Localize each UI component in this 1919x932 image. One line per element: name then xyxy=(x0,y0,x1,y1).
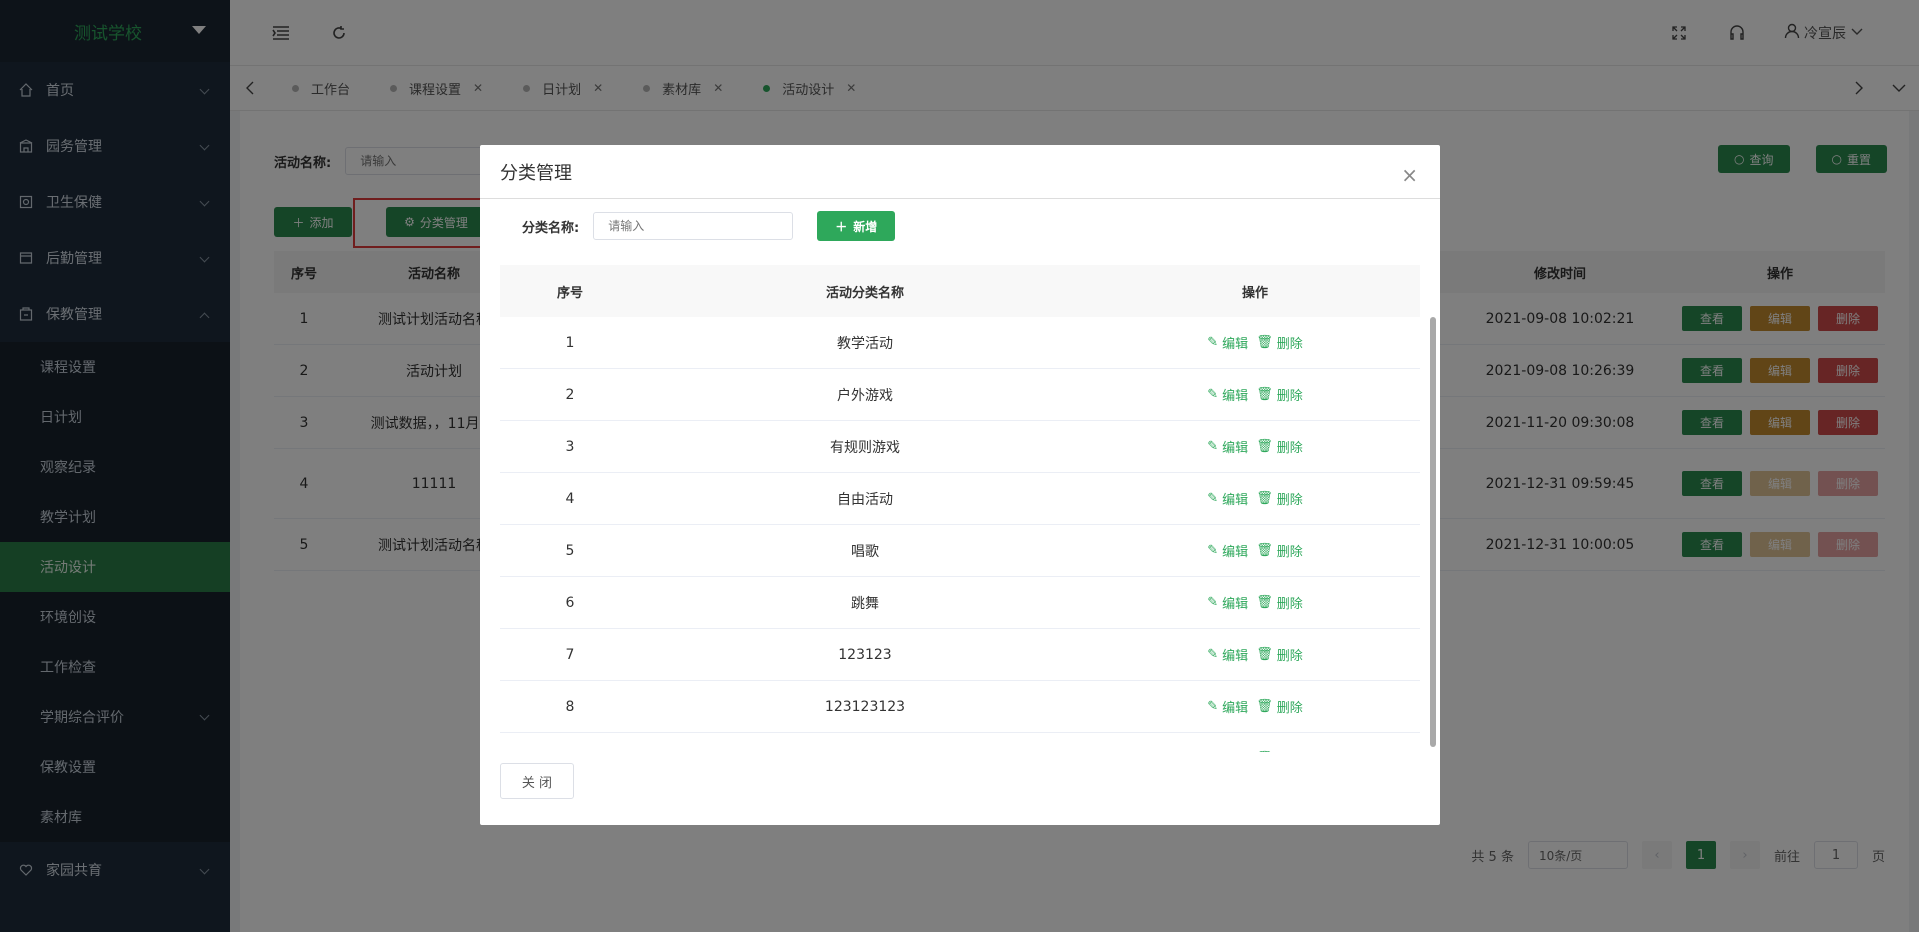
trash-icon: 🗑 xyxy=(1256,335,1273,350)
dialog-title: 分类管理 xyxy=(480,145,1440,199)
row-index: 9 xyxy=(500,751,640,753)
edit-label: 编辑 xyxy=(1222,493,1249,508)
delete-link[interactable]: 🗑删除 xyxy=(1256,489,1303,508)
table-row: 91 ✎ 编辑 🗑 删除 xyxy=(500,733,1420,753)
trash-icon: 🗑 xyxy=(1256,439,1273,454)
dialog-table-header: 序号 活动分类名称 操作 xyxy=(500,265,1420,317)
header-category-name: 活动分类名称 xyxy=(825,285,904,301)
close-button[interactable]: 关 闭 xyxy=(500,763,574,799)
edit-label: 编辑 xyxy=(1222,389,1249,404)
scrollbar[interactable] xyxy=(1430,317,1436,747)
trash-icon: 🗑 xyxy=(1256,543,1273,558)
header-ops: 操作 xyxy=(1241,285,1268,301)
table-row: 1 教学活动 ✎ 编辑 🗑 删除 xyxy=(500,317,1420,369)
delete-link[interactable]: 🗑删除 xyxy=(1256,541,1303,560)
edit-label: 编辑 xyxy=(1222,701,1249,716)
row-category-name: 有规则游戏 xyxy=(830,439,900,456)
edit-label: 编辑 xyxy=(1222,749,1248,752)
trash-icon: 🗑 xyxy=(1256,751,1273,752)
edit-link[interactable]: ✎编辑 xyxy=(1207,437,1248,456)
row-category-name: 123123123 xyxy=(824,698,906,715)
table-row: 7 123123 ✎ 编辑 🗑 删除 xyxy=(500,629,1420,681)
category-name-input[interactable] xyxy=(593,212,794,240)
dialog-table-body: 1 教学活动 ✎ 编辑 🗑 删除 2 户外游戏 ✎ 编辑 🗑 删除 3 有规则游戏 ✎ 编辑 🗑 删除 4 自由活动 ✎… xyxy=(500,317,1420,752)
edit-link[interactable]: ✎编辑 xyxy=(1207,697,1248,716)
close-icon[interactable]: × xyxy=(1401,163,1418,187)
row-category-name: 跳舞 xyxy=(851,595,879,612)
row-index: 7 xyxy=(565,646,575,663)
trash-icon: 🗑 xyxy=(1256,647,1273,662)
edit-icon: ✎ xyxy=(1207,543,1219,558)
row-index: 6 xyxy=(565,594,575,611)
category-management-dialog: 分类管理 × 分类名称: ＋ 新增 序号 活动分类名称 操作 1教学活动✎编辑🗑… xyxy=(480,145,1440,825)
dialog-filter-label: 分类名称: xyxy=(522,220,580,236)
delete-label: 删除 xyxy=(1277,749,1303,752)
edit-link[interactable]: ✎编辑 xyxy=(1207,489,1248,508)
add-category-button[interactable]: ＋ 新增 xyxy=(817,211,896,241)
edit-label: 编辑 xyxy=(1222,597,1249,612)
delete-label: 删除 xyxy=(1276,597,1303,612)
row-index: 3 xyxy=(565,438,575,455)
delete-label: 删除 xyxy=(1276,493,1303,508)
row-category-name: 户外游戏 xyxy=(837,387,893,404)
trash-icon: 🗑 xyxy=(1256,595,1273,610)
row-category-name: 唱歌 xyxy=(851,543,879,560)
row-category-name: 1 xyxy=(640,751,1090,753)
delete-link[interactable]: 🗑删除 xyxy=(1256,437,1303,456)
delete-label: 删除 xyxy=(1276,337,1303,352)
edit-label: 编辑 xyxy=(1222,441,1249,456)
row-category-name: 自由活动 xyxy=(837,491,893,508)
trash-icon: 🗑 xyxy=(1256,699,1273,714)
dialog-filter: 分类名称: ＋ 新增 xyxy=(522,211,896,241)
table-row: 5 唱歌 ✎ 编辑 🗑 删除 xyxy=(500,525,1420,577)
edit-link[interactable]: ✎编辑 xyxy=(1207,541,1248,560)
edit-icon: ✎ xyxy=(1207,387,1219,402)
edit-link[interactable]: ✎编辑 xyxy=(1207,333,1248,352)
delete-label: 删除 xyxy=(1276,389,1303,404)
category-table: 序号 活动分类名称 操作 1 教学活动 ✎ 编辑 🗑 删除 2 户外游戏 ✎ 编辑 🗑 删除 3 有规则游… xyxy=(500,265,1420,752)
edit-link[interactable]: ✎编辑 xyxy=(1207,593,1248,612)
delete-link[interactable]: 🗑删除 xyxy=(1256,385,1303,404)
table-row: 6 跳舞 ✎ 编辑 🗑 删除 xyxy=(500,577,1420,629)
add-category-label: 新增 xyxy=(853,219,878,234)
row-index: 1 xyxy=(565,334,575,351)
delete-label: 删除 xyxy=(1276,701,1303,716)
edit-icon: ✎ xyxy=(1207,595,1219,610)
edit-icon: ✎ xyxy=(1207,751,1218,752)
edit-label: 编辑 xyxy=(1222,649,1249,664)
delete-link[interactable]: 🗑删除 xyxy=(1256,645,1303,664)
row-index: 2 xyxy=(565,386,575,403)
row-index: 4 xyxy=(565,490,575,507)
edit-icon: ✎ xyxy=(1207,335,1219,350)
table-row: 3 有规则游戏 ✎ 编辑 🗑 删除 xyxy=(500,421,1420,473)
delete-label: 删除 xyxy=(1276,649,1303,664)
edit-icon: ✎ xyxy=(1207,647,1219,662)
delete-link[interactable]: 🗑删除 xyxy=(1256,333,1303,352)
table-row: 4 自由活动 ✎ 编辑 🗑 删除 xyxy=(500,473,1420,525)
edit-link[interactable]: ✎编辑 xyxy=(1207,385,1248,404)
edit-icon: ✎ xyxy=(1207,699,1219,714)
delete-link[interactable]: 🗑删除 xyxy=(1256,697,1303,716)
delete-label: 删除 xyxy=(1276,441,1303,456)
table-row: 8 123123123 ✎ 编辑 🗑 删除 xyxy=(500,681,1420,733)
edit-link[interactable]: ✎编辑 xyxy=(1207,645,1248,664)
delete-link[interactable]: 🗑删除 xyxy=(1256,593,1303,612)
row-index: 5 xyxy=(565,542,575,559)
edit-label: 编辑 xyxy=(1222,337,1249,352)
row-index: 8 xyxy=(565,698,575,715)
table-row: 2 户外游戏 ✎ 编辑 🗑 删除 xyxy=(500,369,1420,421)
edit-label: 编辑 xyxy=(1222,545,1249,560)
edit-icon: ✎ xyxy=(1207,439,1219,454)
edit-icon: ✎ xyxy=(1207,491,1219,506)
plus-icon: ＋ xyxy=(835,219,848,234)
trash-icon: 🗑 xyxy=(1256,491,1273,506)
row-category-name: 教学活动 xyxy=(837,335,893,352)
delete-label: 删除 xyxy=(1276,545,1303,560)
edit-link[interactable]: ✎ 编辑 xyxy=(1207,749,1248,752)
trash-icon: 🗑 xyxy=(1256,387,1273,402)
delete-link[interactable]: 🗑 删除 xyxy=(1256,749,1303,752)
header-index: 序号 xyxy=(556,285,583,301)
row-category-name: 123123 xyxy=(838,646,892,663)
